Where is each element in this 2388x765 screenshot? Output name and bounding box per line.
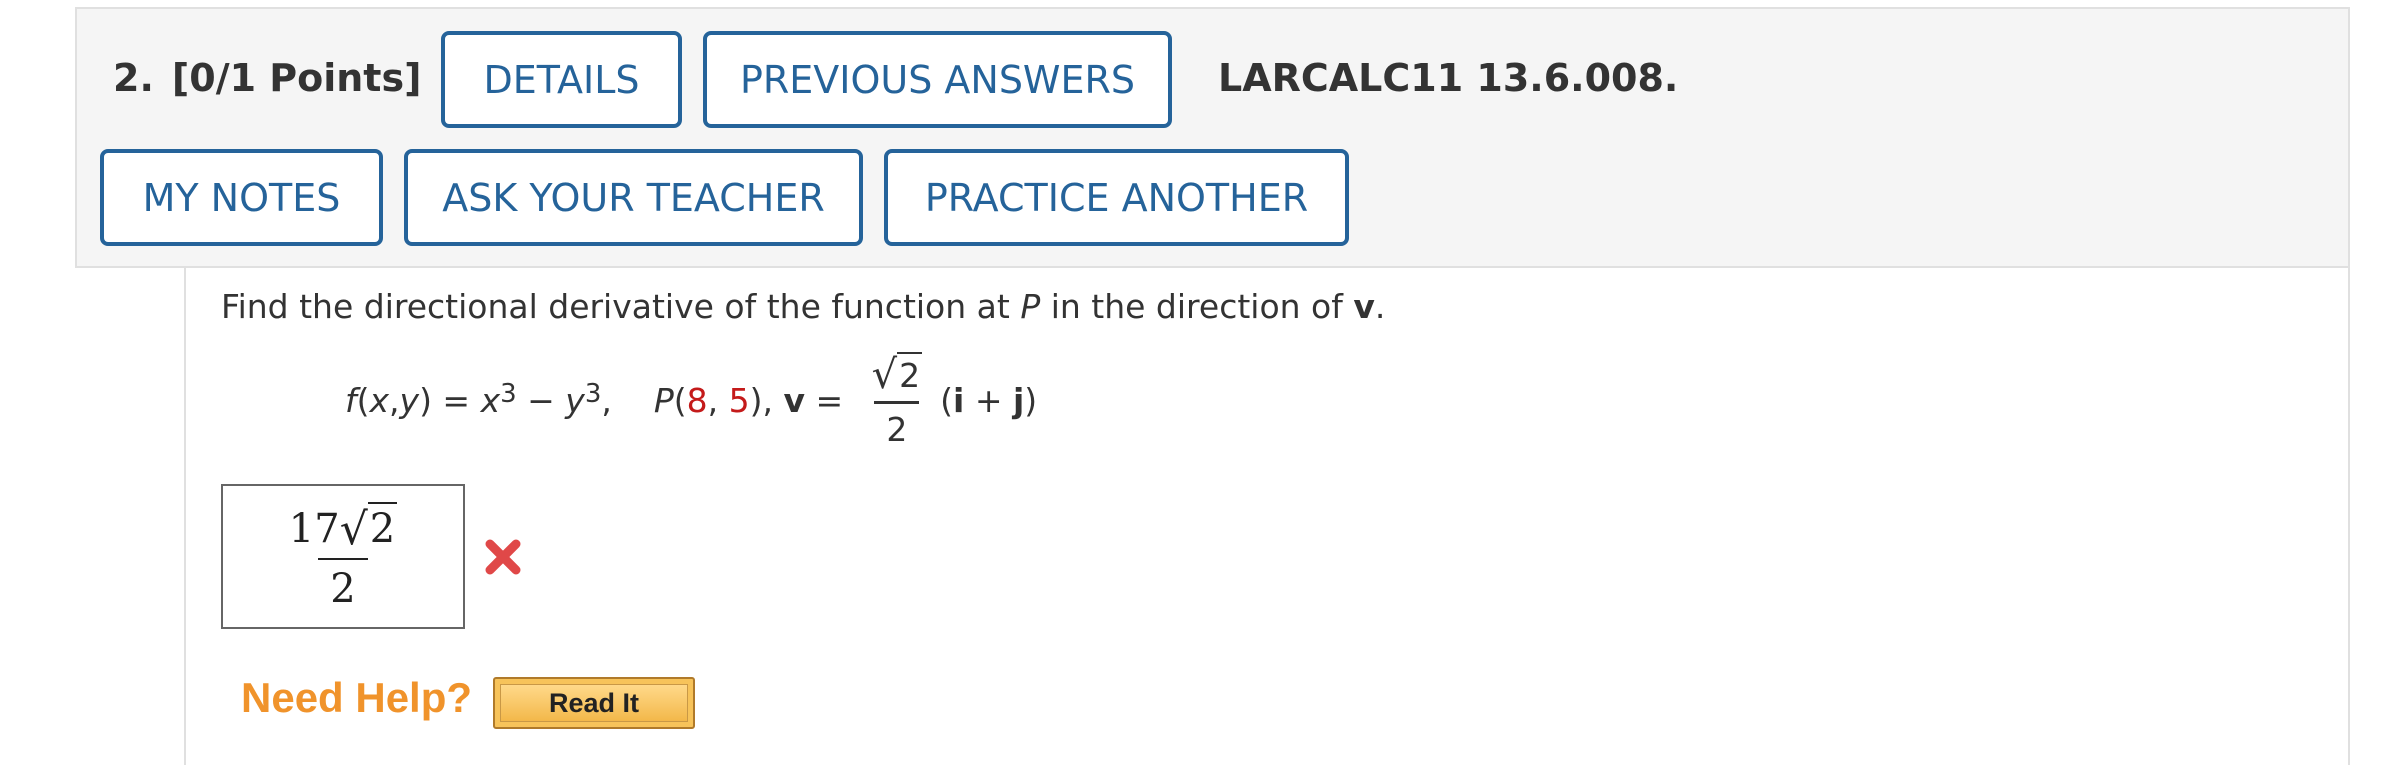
prompt-period: . (1374, 287, 1386, 326)
separator: , (601, 380, 612, 420)
unit-vector-j: j (1012, 380, 1025, 420)
vector-label: v (783, 380, 806, 420)
comma: , (389, 380, 400, 420)
answer-denominator: 2 (318, 557, 368, 612)
equals: = (805, 380, 854, 420)
question-prompt: Find the directional derivative of the f… (221, 287, 1385, 326)
radicand: 2 (897, 351, 923, 395)
answer-input[interactable]: 17 √ 2 2 (221, 484, 465, 629)
denominator: 2 (874, 400, 920, 449)
prompt-text: Find the directional derivative of the f… (221, 287, 1021, 326)
var-x: x (480, 380, 501, 420)
paren: ) (1024, 380, 1038, 420)
paren: ( (940, 380, 954, 420)
problem-formula: f(x, y) = x3 − y3, P(8, 5), v = √ 2 2 (i … (345, 340, 1037, 460)
direction-fraction: √ 2 2 (868, 351, 927, 449)
answer-radicand: 2 (367, 501, 398, 552)
unit-vector-i: i (953, 380, 965, 420)
read-it-label: Read It (500, 684, 688, 722)
question-reference: LARCALC11 13.6.008. (1218, 56, 1679, 100)
point-x: 8 (686, 380, 708, 420)
previous-answers-button[interactable]: PREVIOUS ANSWERS (703, 31, 1172, 128)
minus: − (516, 380, 566, 420)
practice-another-button[interactable]: PRACTICE ANOTHER (884, 149, 1349, 246)
exponent: 3 (584, 379, 602, 409)
paren: ) (749, 380, 763, 420)
comma: , (707, 380, 729, 420)
point-y: 5 (728, 380, 750, 420)
equals: = (431, 380, 481, 420)
function-name: f (345, 380, 357, 420)
var-y: y (565, 380, 585, 420)
var-x: x (369, 380, 390, 420)
details-button[interactable]: DETAILS (441, 31, 682, 128)
prompt-vector: v (1353, 287, 1375, 326)
question-header-label: 2. [0/1 Points] (113, 56, 421, 100)
prompt-point: P (1020, 287, 1041, 326)
paren: ( (356, 380, 370, 420)
exponent: 3 (500, 379, 517, 409)
paren: ( (673, 380, 687, 420)
point-label: P (653, 380, 674, 420)
incorrect-x-icon (485, 539, 521, 575)
question-points: [0/1 Points] (171, 56, 422, 100)
comma: , (762, 380, 784, 420)
prompt-text-middle: in the direction of (1040, 287, 1354, 326)
question-number: 2. (113, 56, 154, 100)
radical-sign: √ (871, 351, 898, 398)
answer-coefficient: 17 (288, 505, 340, 552)
radical-sign: √ (339, 503, 368, 555)
var-y: y (399, 380, 420, 420)
my-notes-button[interactable]: MY NOTES (100, 149, 383, 246)
need-help-label: Need Help? (241, 674, 473, 721)
answer-fraction: 17 √ 2 2 (285, 501, 401, 612)
read-it-button[interactable]: Read It (493, 677, 695, 729)
paren: ) (419, 380, 432, 420)
plus: + (964, 380, 1013, 420)
ask-your-teacher-button[interactable]: ASK YOUR TEACHER (404, 149, 863, 246)
